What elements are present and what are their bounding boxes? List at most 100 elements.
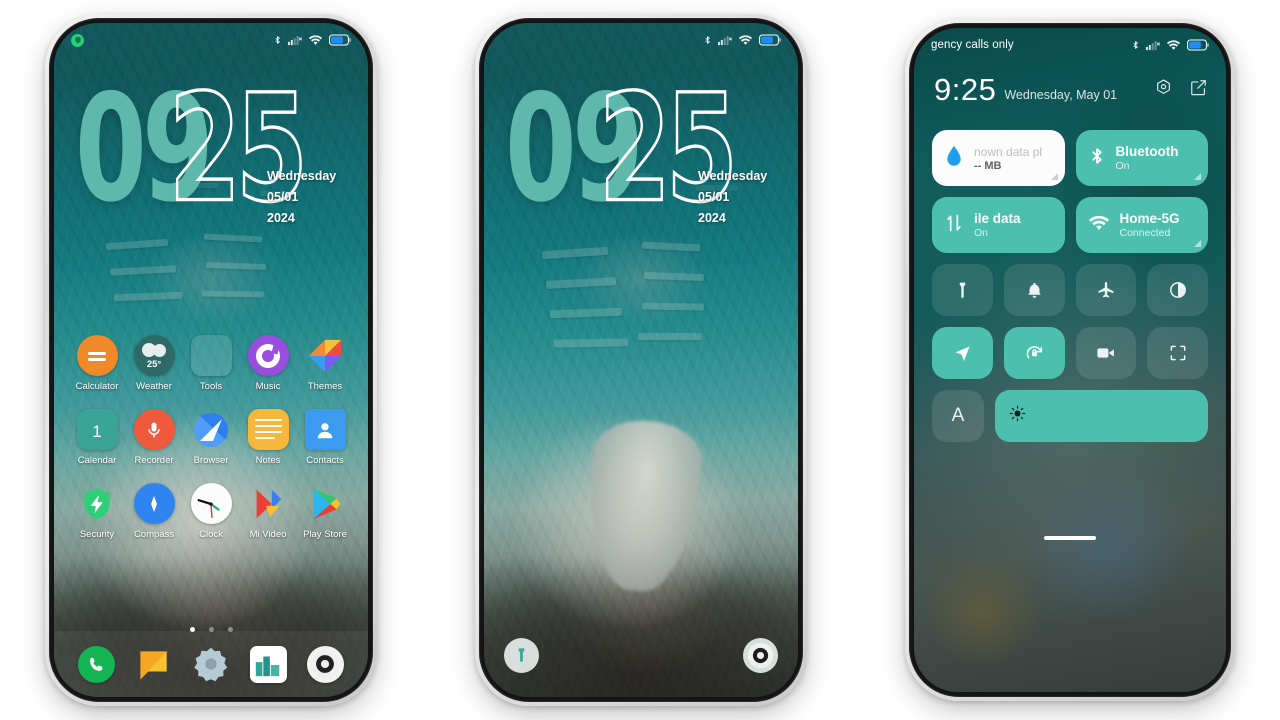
bluetooth-icon xyxy=(1088,144,1106,173)
app-clock[interactable]: Clock xyxy=(184,483,238,540)
app-calculator[interactable]: Calculator xyxy=(70,335,124,392)
bluetooth-icon xyxy=(1133,41,1138,49)
flashlight-shortcut[interactable] xyxy=(504,638,539,673)
location-toggle[interactable] xyxy=(932,327,993,379)
contacts-icon xyxy=(304,409,346,450)
toggle-row xyxy=(932,264,1208,316)
carrier-label: gency calls only xyxy=(931,39,1014,51)
app-label: Calendar xyxy=(77,455,117,466)
date-year: 2024 xyxy=(267,211,295,225)
notes-icon xyxy=(247,409,289,450)
tile-sub: On xyxy=(974,227,989,239)
cc-time: 9:25 xyxy=(934,72,997,107)
gear-icon[interactable] xyxy=(192,646,229,683)
app-notes[interactable]: Notes xyxy=(241,409,295,466)
phone-screen: gency calls only 9:25 Wednesday, May 01 xyxy=(914,28,1226,692)
cc-date: Wednesday, May 01 xyxy=(1004,88,1118,102)
app-label: Calculator xyxy=(75,381,119,392)
camera-shortcut[interactable] xyxy=(743,638,778,673)
scanner-toggle[interactable] xyxy=(1147,327,1208,379)
tile-sub: -- MB xyxy=(974,159,1002,172)
control-center-header: 9:25 Wednesday, May 01 xyxy=(934,74,1208,105)
tile-expand-corner[interactable] xyxy=(1194,240,1201,247)
app-compass[interactable]: Compass xyxy=(127,483,181,540)
date-weekday: Wednesday xyxy=(698,169,768,183)
app-label: Contacts xyxy=(306,455,344,466)
tile-title: Home-5G xyxy=(1119,211,1180,226)
screen-recorder-toggle[interactable] xyxy=(1075,327,1137,379)
control-center-body: nown data pl -- MB Bluetooth On ile data… xyxy=(932,130,1208,442)
app-play-store[interactable]: Play Store xyxy=(298,483,352,540)
weather-icon: 25° xyxy=(133,335,175,376)
calculator-icon xyxy=(76,335,118,376)
tile-title: Bluetooth xyxy=(1115,144,1179,159)
status-bar: gency calls only xyxy=(914,28,1226,62)
app-label: Notes xyxy=(255,455,281,466)
status-bar xyxy=(54,23,368,57)
sun-icon xyxy=(1009,405,1026,427)
date-day: 05/01 xyxy=(698,190,730,204)
wifi-tile[interactable]: Home-5G Connected xyxy=(1075,197,1208,253)
app-browser[interactable]: Browser xyxy=(184,409,238,466)
app-label: Compass xyxy=(133,529,175,540)
ringer-toggle[interactable] xyxy=(1003,264,1065,316)
dock xyxy=(54,631,368,697)
phone-lock-screen: 09 25 Wednesday 05/01 2024 xyxy=(475,14,807,706)
app-security[interactable]: Security xyxy=(70,483,124,540)
brightness-row: A xyxy=(932,390,1208,442)
auto-brightness-toggle[interactable]: A xyxy=(932,390,984,442)
app-row: Calculator 25° Weather Tools Music Theme… xyxy=(64,335,358,392)
app-weather[interactable]: 25° Weather xyxy=(127,335,181,392)
date-year: 2024 xyxy=(698,211,726,225)
app-label: Clock xyxy=(199,529,223,540)
tile-expand-corner[interactable] xyxy=(1194,173,1201,180)
phone-home-screen: 09 25 Wednesday 05/01 2024 Calculator 25… xyxy=(45,14,377,706)
brightness-slider[interactable] xyxy=(995,390,1208,442)
bluetooth-icon xyxy=(275,36,280,44)
phone-screen: 09 25 Wednesday 05/01 2024 Calculator 25… xyxy=(54,23,368,697)
app-label: Tools xyxy=(199,381,223,392)
message-icon[interactable] xyxy=(135,646,172,683)
compass-icon xyxy=(133,483,175,524)
app-label: Browser xyxy=(193,455,229,466)
date-day: 05/01 xyxy=(267,190,299,204)
wifi-icon xyxy=(738,35,753,45)
mobile-data-icon xyxy=(944,212,964,239)
app-tools[interactable]: Tools xyxy=(184,335,238,392)
edit-icon[interactable] xyxy=(1189,78,1208,102)
flashlight-toggle[interactable] xyxy=(932,264,993,316)
signal-icon xyxy=(1146,41,1160,51)
auto-brightness-label: A xyxy=(951,405,965,426)
music-icon xyxy=(247,335,289,376)
mobile-data-tile[interactable]: ile data On xyxy=(932,197,1065,253)
camera-icon[interactable] xyxy=(306,645,344,683)
lockscreen-date: Wednesday 05/01 2024 xyxy=(698,166,767,229)
dark-mode-toggle[interactable] xyxy=(1147,264,1208,316)
phone-screen: 09 25 Wednesday 05/01 2024 xyxy=(484,23,798,697)
hex-gear-icon[interactable] xyxy=(1154,78,1173,102)
tile-row: nown data pl -- MB Bluetooth On xyxy=(932,130,1208,186)
calendar-day: 1 xyxy=(92,421,102,441)
airplane-toggle[interactable] xyxy=(1075,264,1137,316)
battery-icon xyxy=(329,34,351,46)
gallery-icon[interactable] xyxy=(249,645,287,683)
tile-expand-corner[interactable] xyxy=(1050,173,1058,180)
app-label: Security xyxy=(79,529,115,540)
app-calendar[interactable]: 1 Calendar xyxy=(70,409,124,466)
tile-row: ile data On Home-5G Connected xyxy=(932,197,1208,253)
drag-handle[interactable] xyxy=(1044,536,1096,540)
rotation-lock-toggle[interactable] xyxy=(1003,327,1065,379)
app-mi-video[interactable]: Mi Video xyxy=(241,483,295,540)
app-music[interactable]: Music xyxy=(241,335,295,392)
app-contacts[interactable]: Contacts xyxy=(298,409,352,466)
bluetooth-tile[interactable]: Bluetooth On xyxy=(1075,130,1208,186)
app-recorder[interactable]: Recorder xyxy=(127,409,181,466)
data-usage-tile[interactable]: nown data pl -- MB xyxy=(932,130,1065,186)
phone-icon[interactable] xyxy=(78,645,116,683)
calendar-icon: 1 xyxy=(76,409,118,450)
tile-title: nown data pl xyxy=(974,144,1043,159)
security-icon xyxy=(77,483,118,524)
app-themes[interactable]: Themes xyxy=(298,335,352,392)
bluetooth-icon xyxy=(705,36,710,44)
tile-sub: On xyxy=(1115,160,1130,172)
